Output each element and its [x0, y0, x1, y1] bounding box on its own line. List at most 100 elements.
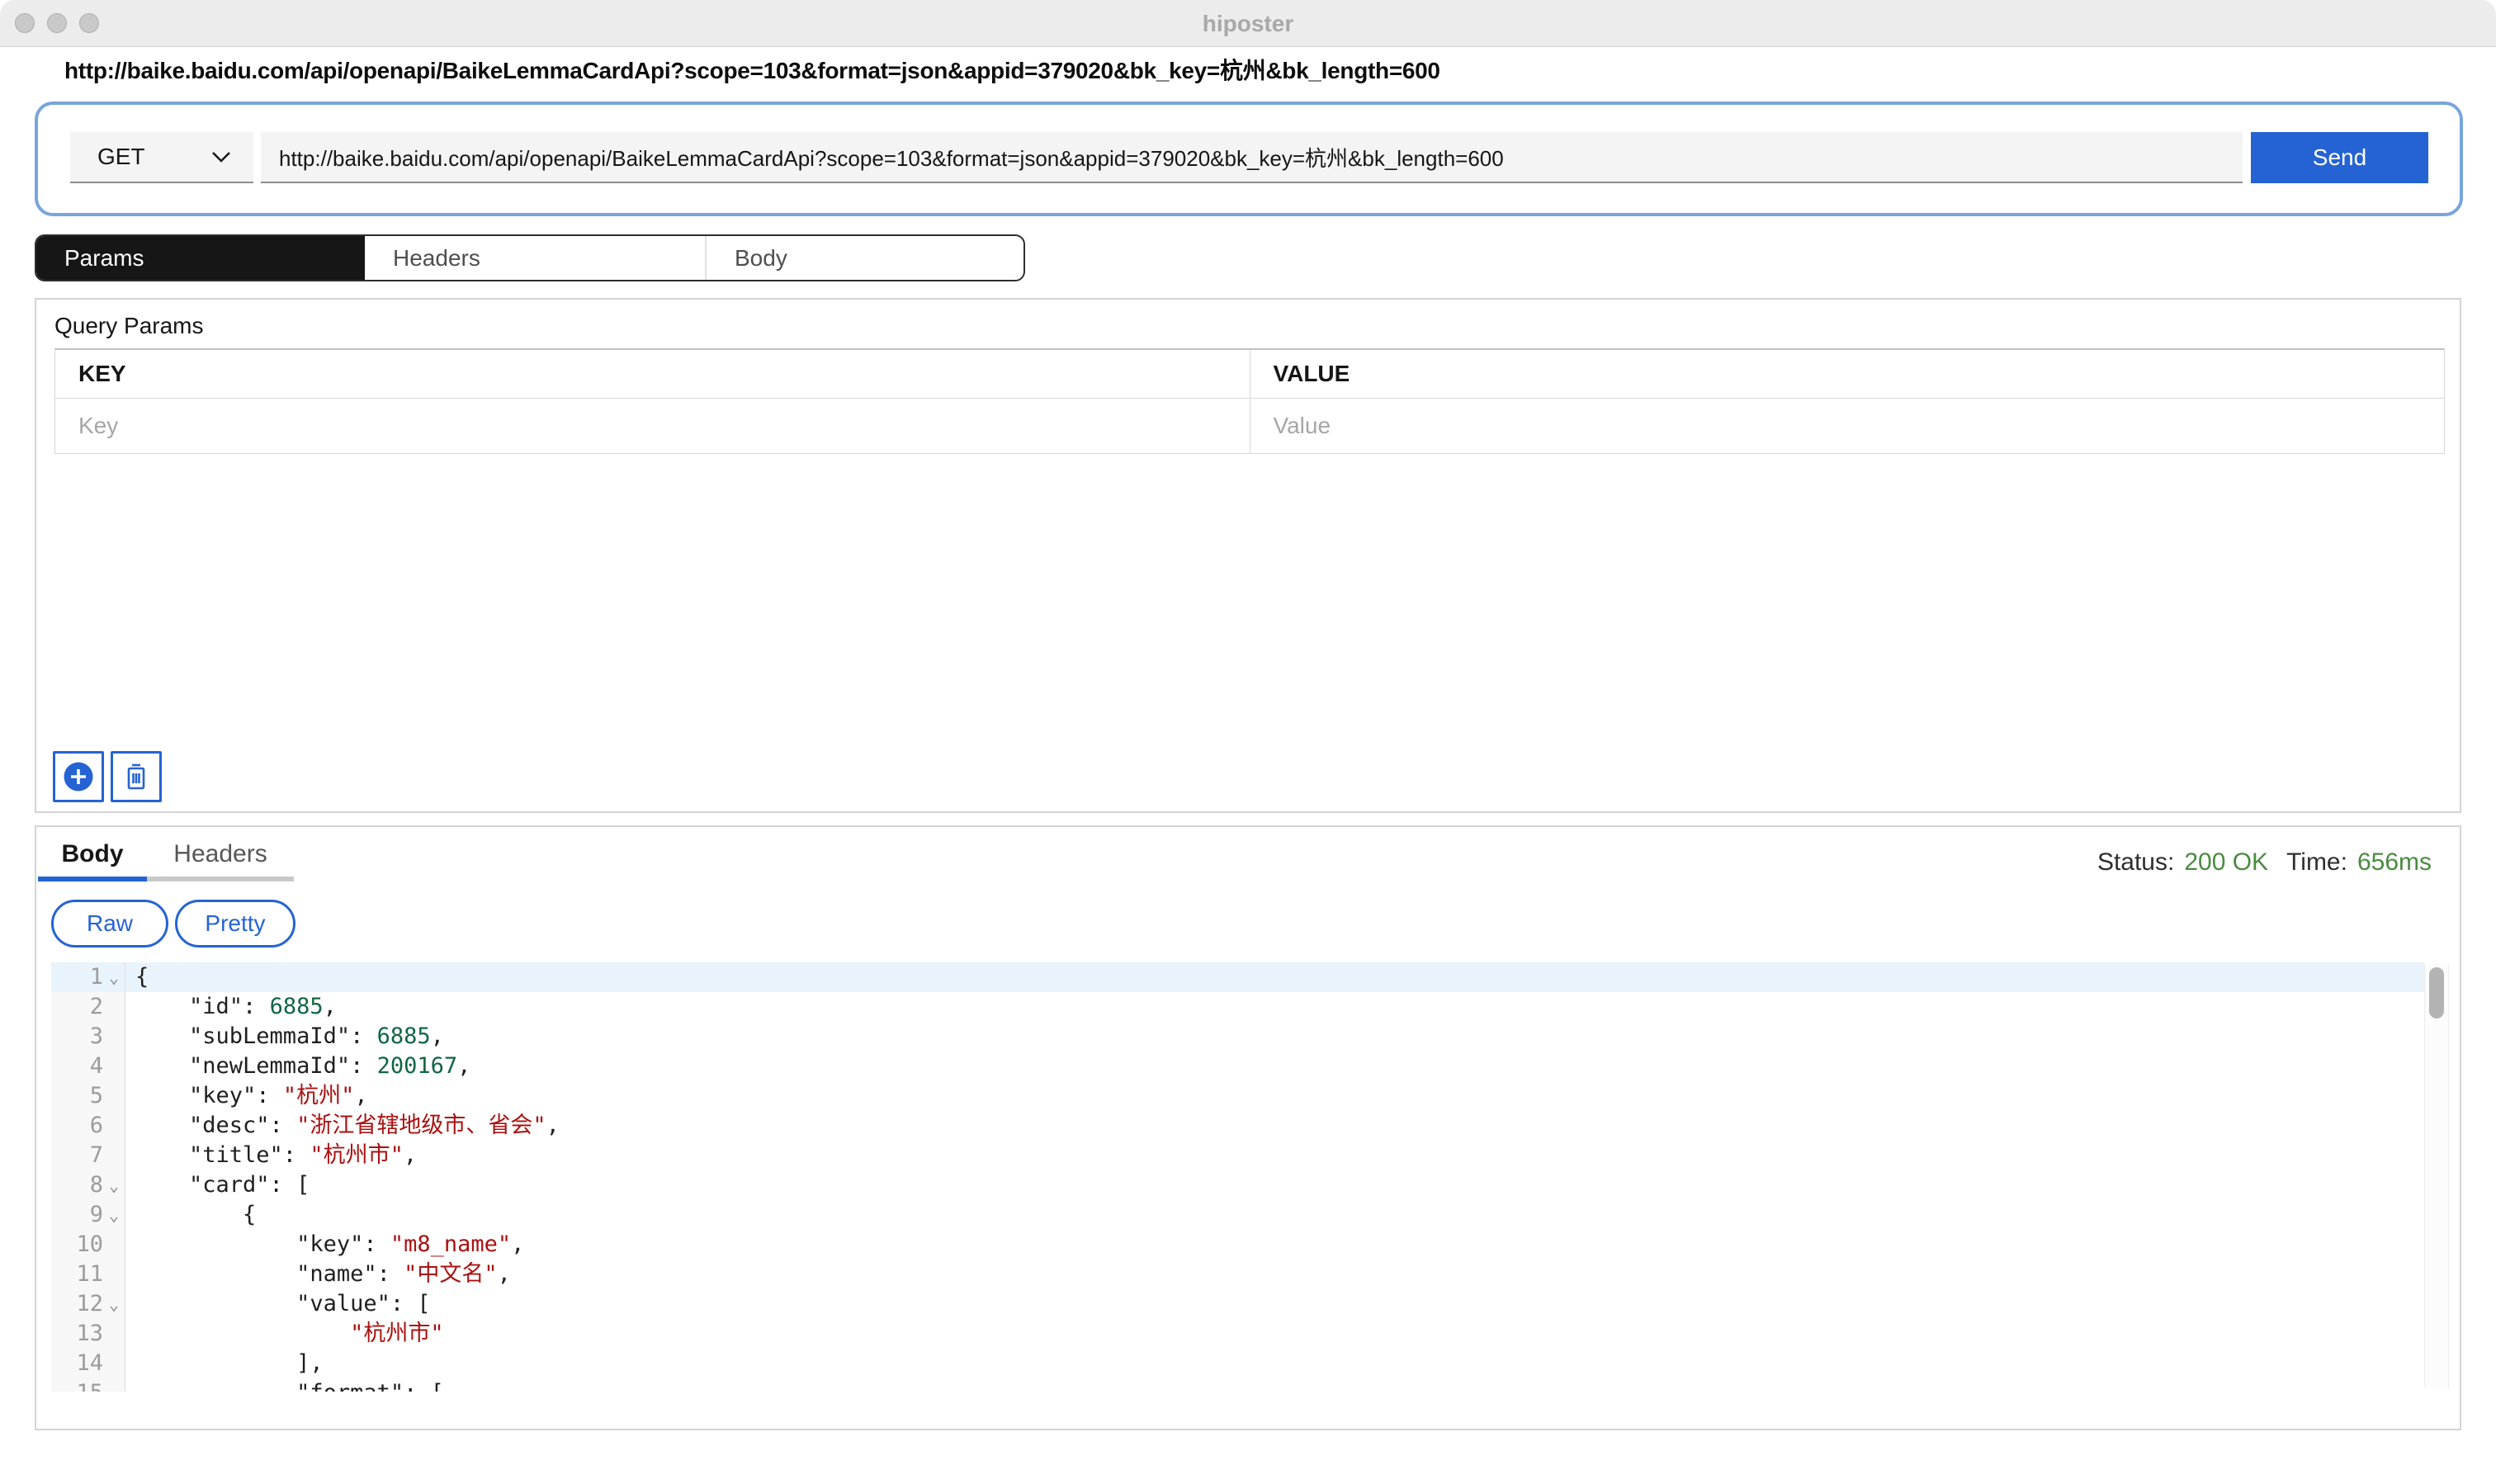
code-text: "key": "m8_name", — [125, 1230, 524, 1260]
line-gutter: 7 — [51, 1141, 125, 1170]
code-text: "subLemmaId": 6885, — [125, 1022, 444, 1052]
response-tab-body[interactable]: Body — [38, 834, 147, 881]
param-key-input[interactable] — [78, 413, 1203, 439]
delete-row-button[interactable] — [111, 751, 162, 802]
scrollbar[interactable] — [2424, 964, 2449, 1388]
line-gutter: 6 — [51, 1111, 125, 1141]
line-number: 1 — [51, 962, 103, 992]
line-gutter: 11 — [51, 1260, 125, 1289]
code-text: "newLemmaId": 200167, — [125, 1052, 470, 1081]
code-text: "杭州市" — [125, 1319, 444, 1349]
line-number: 10 — [51, 1230, 103, 1260]
fold-toggle-icon[interactable]: ⌄ — [103, 1378, 125, 1392]
query-params-panel: Query Params KEY VALUE — [35, 298, 2461, 813]
line-number: 6 — [51, 1111, 103, 1141]
status-value: 200 OK — [2184, 848, 2268, 877]
fold-toggle-icon[interactable]: ⌄ — [103, 1200, 125, 1230]
chevron-down-icon — [210, 150, 232, 163]
line-gutter: 1⌄ — [51, 962, 125, 992]
code-line: 11 "name": "中文名", — [51, 1260, 2424, 1289]
add-row-button[interactable] — [53, 751, 104, 802]
line-gutter: 8⌄ — [51, 1170, 125, 1200]
line-gutter: 14 — [51, 1349, 125, 1378]
response-tabs: Body Headers — [38, 834, 294, 881]
code-line: 15⌄ "format": [ — [51, 1378, 2424, 1392]
fold-toggle-icon[interactable]: ⌄ — [103, 962, 125, 992]
code-line: 7 "title": "杭州市", — [51, 1141, 2424, 1170]
response-panel: Body Headers Status: 200 OK Time: 656ms … — [35, 825, 2461, 1430]
line-number: 15 — [51, 1378, 103, 1392]
code-text: "name": "中文名", — [125, 1260, 511, 1289]
code-line: 3 "subLemmaId": 6885, — [51, 1022, 2424, 1052]
status-label: Status: — [2097, 848, 2174, 877]
scrollbar-thumb[interactable] — [2429, 967, 2444, 1018]
response-tab-headers[interactable]: Headers — [147, 834, 294, 881]
table-header-row: KEY VALUE — [55, 350, 2444, 399]
fold-toggle-icon[interactable]: ⌄ — [103, 1289, 125, 1319]
code-text: "format": [ — [125, 1378, 444, 1392]
line-gutter: 2 — [51, 992, 125, 1022]
titlebar: hiposter — [0, 0, 2496, 47]
param-value-input[interactable] — [1274, 413, 2398, 439]
method-select-value: GET — [97, 144, 145, 170]
plus-circle-icon — [63, 761, 94, 792]
code-text: "id": 6885, — [125, 992, 337, 1022]
raw-view-button[interactable]: Raw — [51, 900, 168, 948]
code-line: 5 "key": "杭州", — [51, 1081, 2424, 1111]
tab-headers[interactable]: Headers — [365, 236, 705, 280]
request-tabs: Params Headers Body — [35, 234, 1025, 281]
code-line: 9⌄ { — [51, 1200, 2424, 1230]
line-gutter: 5 — [51, 1081, 125, 1111]
query-params-table: KEY VALUE — [54, 348, 2445, 454]
line-number: 4 — [51, 1052, 103, 1081]
code-line: 14 ], — [51, 1349, 2424, 1378]
line-gutter: 10 — [51, 1230, 125, 1260]
line-number: 8 — [51, 1170, 103, 1200]
response-status-line: Status: 200 OK Time: 656ms — [2097, 848, 2432, 877]
code-text: "value": [ — [125, 1289, 431, 1319]
request-url-heading: http://baike.baidu.com/api/openapi/Baike… — [64, 53, 1440, 86]
code-line: 2 "id": 6885, — [51, 992, 2424, 1022]
line-number: 9 — [51, 1200, 103, 1230]
method-select[interactable]: GET — [70, 132, 253, 183]
code-line: 1⌄{ — [51, 962, 2424, 992]
response-body-editor[interactable]: 1⌄{2 "id": 6885,3 "subLemmaId": 6885,4 "… — [51, 962, 2449, 1392]
code-line: 13 "杭州市" — [51, 1319, 2424, 1349]
column-header-key: KEY — [55, 350, 1250, 398]
code-text: "desc": "浙江省辖地级市、省会", — [125, 1111, 560, 1141]
code-line: 8⌄ "card": [ — [51, 1170, 2424, 1200]
request-bar: GET Send — [35, 102, 2463, 216]
line-gutter: 15⌄ — [51, 1378, 125, 1392]
fold-toggle-icon[interactable]: ⌄ — [103, 1170, 125, 1200]
line-gutter: 13 — [51, 1319, 125, 1349]
line-number: 2 — [51, 992, 103, 1022]
column-header-value: VALUE — [1250, 350, 2445, 398]
time-value: 656ms — [2357, 848, 2432, 877]
line-number: 5 — [51, 1081, 103, 1111]
time-label: Time: — [2286, 848, 2347, 877]
code-text: { — [125, 962, 149, 992]
pretty-view-button[interactable]: Pretty — [175, 900, 295, 948]
send-button[interactable]: Send — [2251, 132, 2428, 183]
code-line: 12⌄ "value": [ — [51, 1289, 2424, 1319]
line-gutter: 9⌄ — [51, 1200, 125, 1230]
code-text: "title": "杭州市", — [125, 1141, 417, 1170]
code-text: { — [125, 1200, 256, 1230]
key-cell — [55, 399, 1250, 453]
line-gutter: 12⌄ — [51, 1289, 125, 1319]
line-number: 12 — [51, 1289, 103, 1319]
window-title: hiposter — [0, 11, 2496, 37]
line-gutter: 3 — [51, 1022, 125, 1052]
tab-body[interactable]: Body — [705, 236, 1023, 280]
code-line: 6 "desc": "浙江省辖地级市、省会", — [51, 1111, 2424, 1141]
tab-params[interactable]: Params — [36, 236, 365, 280]
line-number: 13 — [51, 1319, 103, 1349]
code-line: 4 "newLemmaId": 200167, — [51, 1052, 2424, 1081]
code-text: "key": "杭州", — [125, 1081, 368, 1111]
line-number: 11 — [51, 1260, 103, 1289]
app-window: hiposter http://baike.baidu.com/api/open… — [0, 0, 2496, 1484]
code-lines: 1⌄{2 "id": 6885,3 "subLemmaId": 6885,4 "… — [51, 962, 2424, 1392]
line-number: 14 — [51, 1349, 103, 1378]
url-input[interactable] — [261, 132, 2243, 183]
line-number: 7 — [51, 1141, 103, 1170]
